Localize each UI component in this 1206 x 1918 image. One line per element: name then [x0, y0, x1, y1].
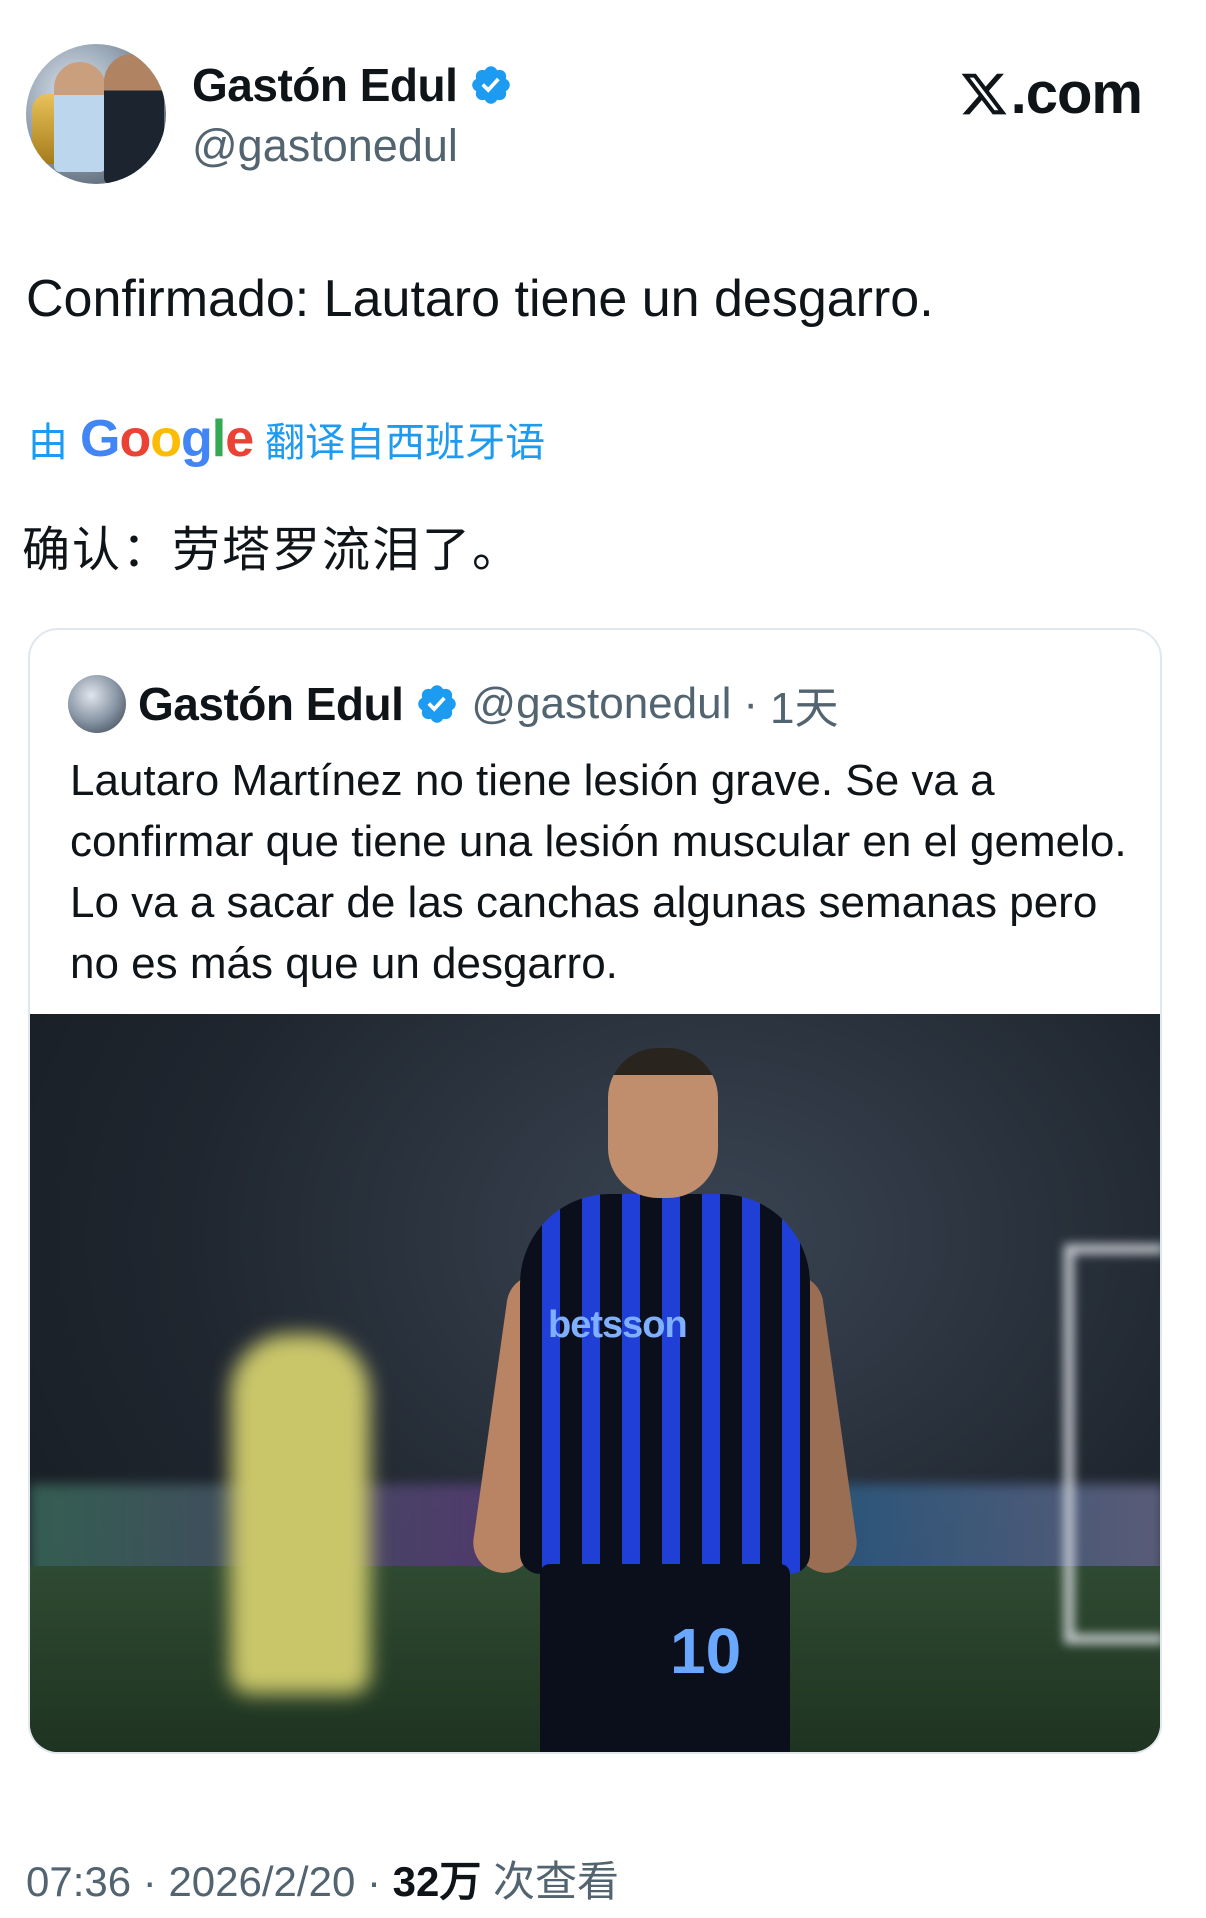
site-watermark: .com	[959, 60, 1143, 127]
author-handle[interactable]: @gastonedul	[192, 120, 458, 172]
shorts-number: 10	[670, 1615, 742, 1687]
site-name: .com	[1010, 61, 1143, 126]
jersey-sponsor: betsson	[548, 1304, 688, 1346]
quoted-text: Lautaro Martínez no tiene lesión grave. …	[70, 756, 1127, 988]
x-logo-icon	[961, 73, 1007, 114]
translation-attribution[interactable]: 由 Google 翻译自西班牙语	[28, 410, 545, 468]
view-label: 次查看	[493, 1858, 620, 1905]
author-avatar[interactable]	[26, 44, 166, 184]
tweet-date[interactable]: 2026/2/20	[168, 1858, 355, 1905]
player-head	[608, 1048, 718, 1198]
translation-prefix: 由	[28, 421, 68, 465]
google-logo: Google	[80, 410, 254, 468]
quoted-header: Gastón Edul @gastonedul · 1天	[68, 672, 839, 736]
tweet-time[interactable]: 07:36	[26, 1858, 131, 1905]
player-shorts	[540, 1564, 790, 1752]
avatar-figure-left	[54, 62, 106, 172]
avatar-figure-right	[104, 54, 164, 184]
quoted-tweet[interactable]: Gastón Edul @gastonedul · 1天 Lautaro Mar…	[28, 628, 1162, 1754]
meta-separator: ·	[142, 1858, 157, 1905]
player-jersey	[520, 1194, 810, 1574]
view-count: 32万	[392, 1858, 482, 1905]
photo-player: betsson 10	[469, 1024, 861, 1752]
tweet-text: Confirmado: Lautaro tiene un desgarro.	[26, 270, 934, 328]
quoted-time[interactable]: 1天	[770, 672, 838, 736]
tweet-meta: 07:36 · 2026/2/20 · 32万 次查看	[26, 1848, 619, 1909]
quoted-separator: ·	[743, 679, 759, 728]
quoted-avatar[interactable]	[68, 675, 126, 733]
verified-badge-icon	[418, 685, 457, 723]
verified-badge-icon	[472, 66, 511, 104]
photo-background-player	[230, 1334, 370, 1694]
meta-separator: ·	[366, 1858, 381, 1905]
author-name-row: Gastón Edul	[192, 58, 513, 112]
photo-goalpost	[1064, 1244, 1160, 1644]
translated-text: 确认：劳塔罗流泪了。	[22, 524, 523, 577]
quoted-author-name[interactable]: Gastón Edul	[138, 677, 404, 731]
quoted-author-handle[interactable]: @gastonedul	[471, 679, 731, 729]
quoted-photo[interactable]: betsson 10	[30, 1014, 1160, 1752]
author-name[interactable]: Gastón Edul	[192, 58, 458, 112]
translation-suffix: 翻译自西班牙语	[265, 421, 546, 465]
